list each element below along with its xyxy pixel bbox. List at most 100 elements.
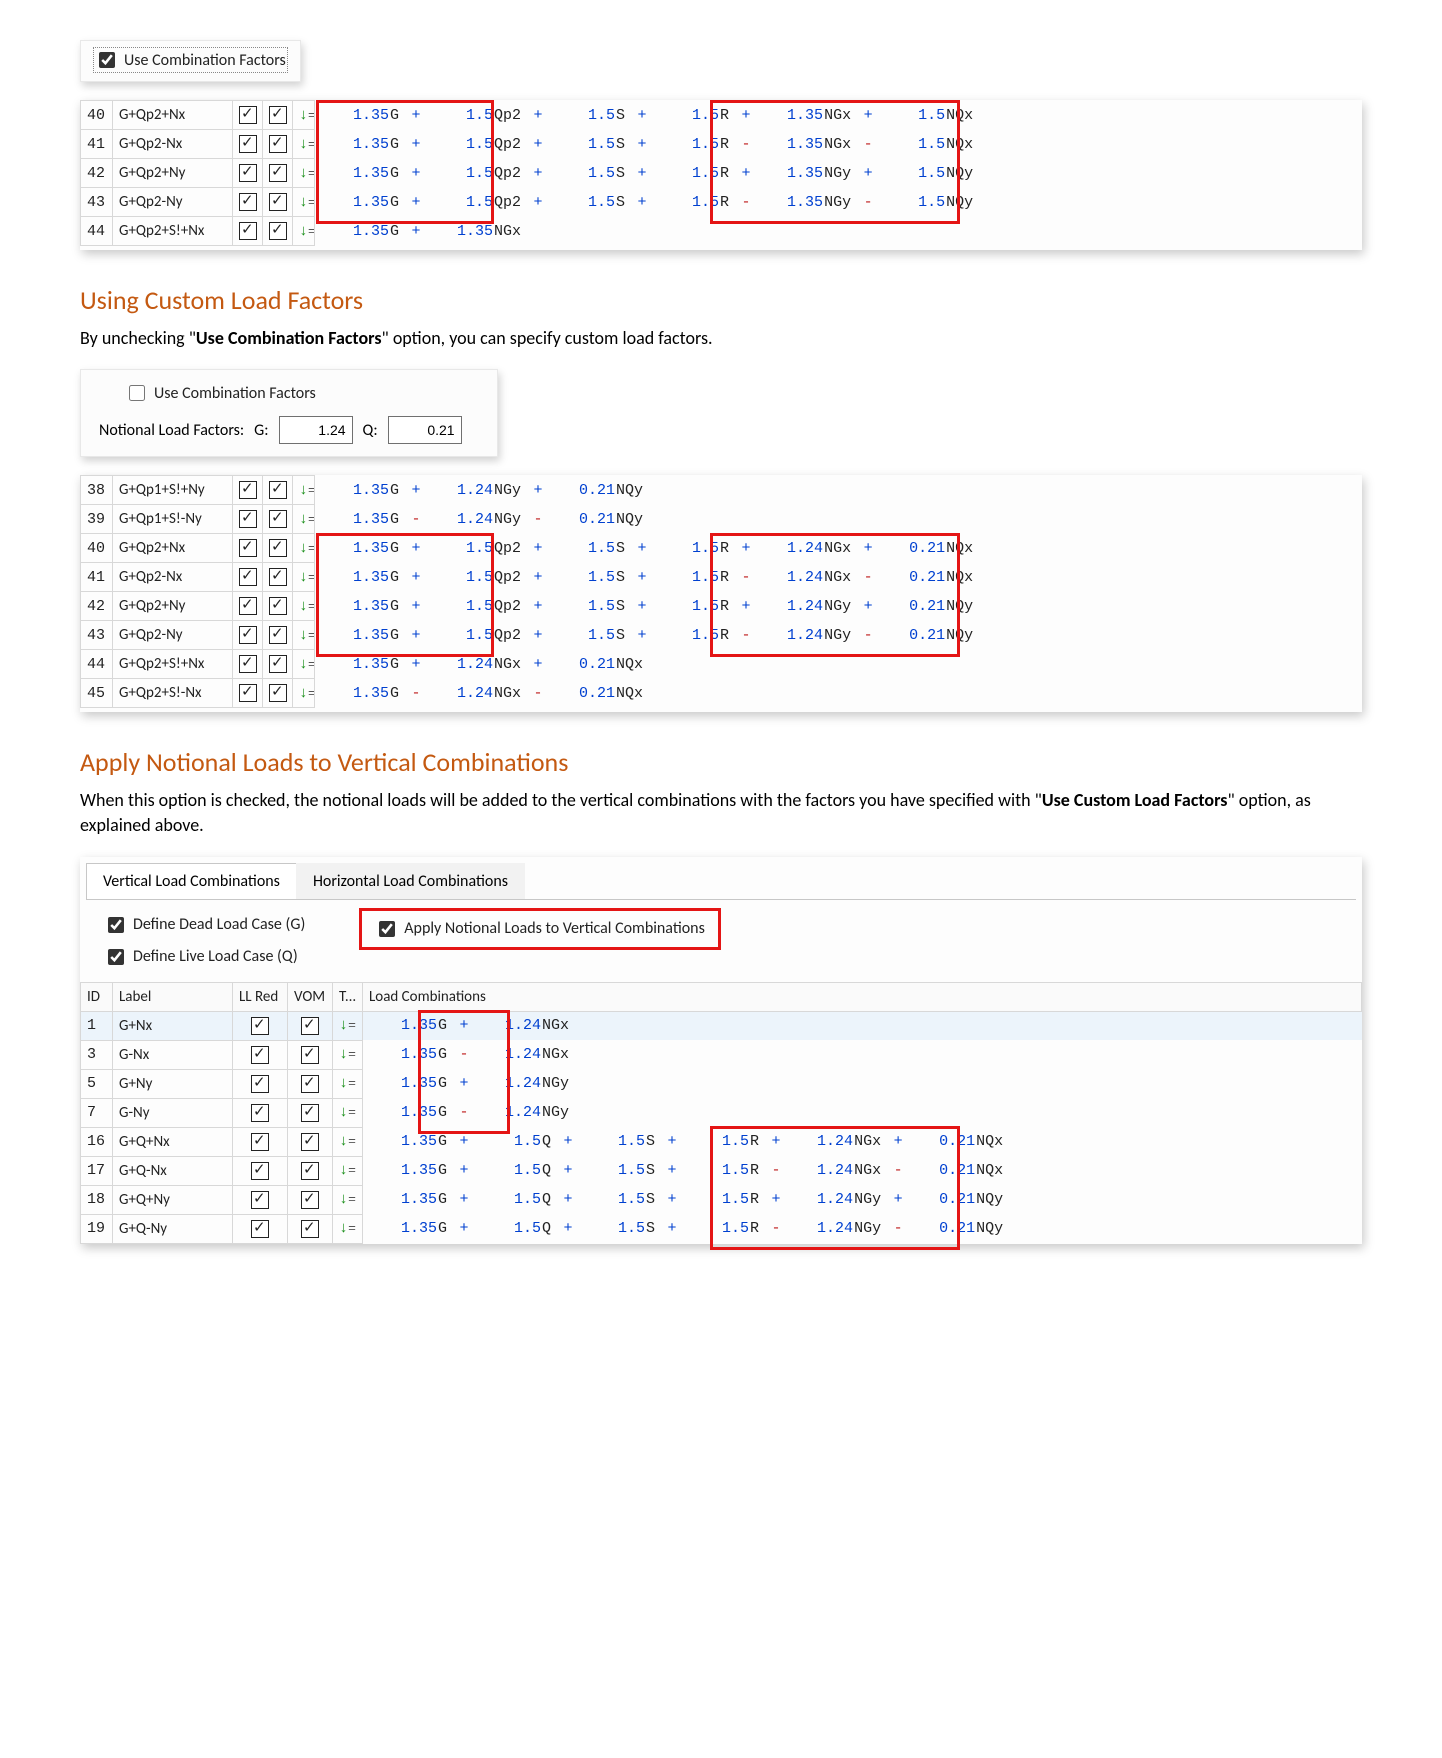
cell-checkbox[interactable] (263, 217, 293, 246)
cell-type-icon[interactable]: ↓= (293, 217, 315, 246)
cell-type-icon[interactable]: ↓= (293, 159, 315, 188)
table-row[interactable]: 16G+Q+Nx↓=1.35G+1.5Q+1.5S+1.5R+1.24NGx+0… (81, 1127, 1362, 1156)
table-row[interactable]: 44G+Qp2+S!+Nx↓=1.35G+1.35NGx (81, 217, 1362, 246)
cell-checkbox[interactable] (263, 679, 293, 708)
checkbox-use-combination-factors-unchecked[interactable]: Use Combination Factors (125, 382, 316, 404)
checkbox-input[interactable] (108, 949, 124, 965)
checkbox-input[interactable] (129, 385, 145, 401)
table-row[interactable]: 44G+Qp2+S!+Nx↓=1.35G+1.24NGx+0.21NQx (81, 650, 1362, 679)
hdr-llred[interactable]: LL Red (233, 982, 288, 1011)
cell-expression[interactable]: 1.35G+1.24NGx (363, 1011, 1362, 1040)
table-row[interactable]: 39G+Qp1+S!-Ny↓=1.35G-1.24NGy-0.21NQy (81, 505, 1362, 534)
cell-type-icon[interactable]: ↓= (333, 1098, 363, 1127)
cell-checkbox[interactable] (288, 1156, 333, 1185)
cell-expression[interactable]: 1.35G+1.35NGx (315, 217, 1362, 246)
cell-checkbox[interactable] (263, 159, 293, 188)
cell-type-icon[interactable]: ↓= (333, 1214, 363, 1243)
checkbox-apply-notional[interactable]: Apply Notional Loads to Vertical Combina… (375, 918, 705, 940)
checkbox-use-combination-factors[interactable]: Use Combination Factors (95, 49, 286, 71)
cell-checkbox[interactable] (233, 1185, 288, 1214)
table-row[interactable]: 40G+Qp2+Nx↓=1.35G+1.5Qp2+1.5S+1.5R+1.35N… (81, 101, 1362, 130)
cell-type-icon[interactable]: ↓= (293, 101, 315, 130)
q-input[interactable] (388, 416, 462, 444)
cell-checkbox[interactable] (263, 505, 293, 534)
tab-horizontal[interactable]: Horizontal Load Combinations (296, 863, 525, 899)
cell-checkbox[interactable] (263, 476, 293, 505)
cell-type-icon[interactable]: ↓= (293, 592, 315, 621)
cell-type-icon[interactable]: ↓= (333, 1011, 363, 1040)
cell-checkbox[interactable] (233, 1156, 288, 1185)
checkbox-input[interactable] (99, 52, 115, 68)
cell-checkbox[interactable] (233, 476, 263, 505)
table-row[interactable]: 41G+Qp2-Nx↓=1.35G+1.5Qp2+1.5S+1.5R-1.24N… (81, 563, 1362, 592)
cell-type-icon[interactable]: ↓= (293, 188, 315, 217)
checkbox-input[interactable] (108, 917, 124, 933)
hdr-vom[interactable]: VOM (288, 982, 333, 1011)
cell-expression[interactable]: 1.35G+1.24NGy+0.21NQy (315, 476, 1362, 505)
table-row[interactable]: 1G+Nx↓=1.35G+1.24NGx (81, 1011, 1362, 1040)
cell-expression[interactable]: 1.35G+1.24NGy (363, 1069, 1362, 1098)
cell-type-icon[interactable]: ↓= (333, 1127, 363, 1156)
cell-type-icon[interactable]: ↓= (293, 650, 315, 679)
cell-expression[interactable]: 1.35G+1.5Q+1.5S+1.5R-1.24NGy-0.21NQy (363, 1214, 1362, 1243)
cell-expression[interactable]: 1.35G-1.24NGy-0.21NQy (315, 505, 1362, 534)
cell-checkbox[interactable] (233, 592, 263, 621)
cell-checkbox[interactable] (233, 505, 263, 534)
cell-checkbox[interactable] (288, 1185, 333, 1214)
cell-expression[interactable]: 1.35G+1.5Qp2+1.5S+1.5R-1.24NGy-0.21NQy (315, 621, 1362, 650)
checkbox-define-dead[interactable]: Define Dead Load Case (G) (104, 914, 305, 936)
cell-expression[interactable]: 1.35G+1.5Qp2+1.5S+1.5R-1.35NGx-1.5NQx (315, 130, 1362, 159)
cell-expression[interactable]: 1.35G+1.5Qp2+1.5S+1.5R+1.24NGx+0.21NQx (315, 534, 1362, 563)
cell-checkbox[interactable] (263, 534, 293, 563)
cell-checkbox[interactable] (233, 217, 263, 246)
cell-type-icon[interactable]: ↓= (293, 621, 315, 650)
cell-expression[interactable]: 1.35G+1.5Q+1.5S+1.5R+1.24NGy+0.21NQy (363, 1185, 1362, 1214)
checkbox-define-live[interactable]: Define Live Load Case (Q) (104, 946, 305, 968)
table-row[interactable]: 42G+Qp2+Ny↓=1.35G+1.5Qp2+1.5S+1.5R+1.35N… (81, 159, 1362, 188)
cell-type-icon[interactable]: ↓= (293, 563, 315, 592)
cell-checkbox[interactable] (263, 101, 293, 130)
cell-expression[interactable]: 1.35G-1.24NGy (363, 1098, 1362, 1127)
cell-expression[interactable]: 1.35G+1.5Qp2+1.5S+1.5R-1.35NGy-1.5NQy (315, 188, 1362, 217)
cell-type-icon[interactable]: ↓= (293, 679, 315, 708)
cell-checkbox[interactable] (233, 130, 263, 159)
cell-checkbox[interactable] (263, 130, 293, 159)
cell-checkbox[interactable] (233, 1040, 288, 1069)
cell-checkbox[interactable] (288, 1127, 333, 1156)
checkbox-input[interactable] (379, 921, 395, 937)
cell-expression[interactable]: 1.35G-1.24NGx-0.21NQx (315, 679, 1362, 708)
cell-expression[interactable]: 1.35G+1.5Qp2+1.5S+1.5R-1.24NGx-0.21NQx (315, 563, 1362, 592)
cell-checkbox[interactable] (233, 1069, 288, 1098)
cell-checkbox[interactable] (233, 188, 263, 217)
cell-checkbox[interactable] (233, 534, 263, 563)
cell-type-icon[interactable]: ↓= (333, 1069, 363, 1098)
hdr-lc[interactable]: Load Combinations (363, 982, 1362, 1011)
cell-checkbox[interactable] (263, 563, 293, 592)
cell-checkbox[interactable] (233, 1011, 288, 1040)
cell-checkbox[interactable] (233, 1214, 288, 1243)
cell-checkbox[interactable] (288, 1214, 333, 1243)
table-row[interactable]: 7G-Ny↓=1.35G-1.24NGy (81, 1098, 1362, 1127)
cell-type-icon[interactable]: ↓= (333, 1185, 363, 1214)
cell-checkbox[interactable] (263, 188, 293, 217)
cell-type-icon[interactable]: ↓= (333, 1040, 363, 1069)
table-row[interactable]: 3G-Nx↓=1.35G-1.24NGx (81, 1040, 1362, 1069)
cell-type-icon[interactable]: ↓= (293, 130, 315, 159)
cell-type-icon[interactable]: ↓= (293, 476, 315, 505)
cell-type-icon[interactable]: ↓= (293, 505, 315, 534)
g-input[interactable] (279, 416, 353, 444)
cell-checkbox[interactable] (288, 1040, 333, 1069)
cell-checkbox[interactable] (263, 592, 293, 621)
cell-expression[interactable]: 1.35G+1.5Qp2+1.5S+1.5R+1.35NGx+1.5NQx (315, 101, 1362, 130)
cell-expression[interactable]: 1.35G-1.24NGx (363, 1040, 1362, 1069)
cell-checkbox[interactable] (233, 650, 263, 679)
cell-checkbox[interactable] (263, 621, 293, 650)
table-row[interactable]: 5G+Ny↓=1.35G+1.24NGy (81, 1069, 1362, 1098)
cell-checkbox[interactable] (233, 1127, 288, 1156)
cell-checkbox[interactable] (233, 101, 263, 130)
cell-checkbox[interactable] (288, 1098, 333, 1127)
cell-expression[interactable]: 1.35G+1.24NGx+0.21NQx (315, 650, 1362, 679)
cell-checkbox[interactable] (233, 679, 263, 708)
cell-expression[interactable]: 1.35G+1.5Qp2+1.5S+1.5R+1.35NGy+1.5NQy (315, 159, 1362, 188)
cell-expression[interactable]: 1.35G+1.5Qp2+1.5S+1.5R+1.24NGy+0.21NQy (315, 592, 1362, 621)
